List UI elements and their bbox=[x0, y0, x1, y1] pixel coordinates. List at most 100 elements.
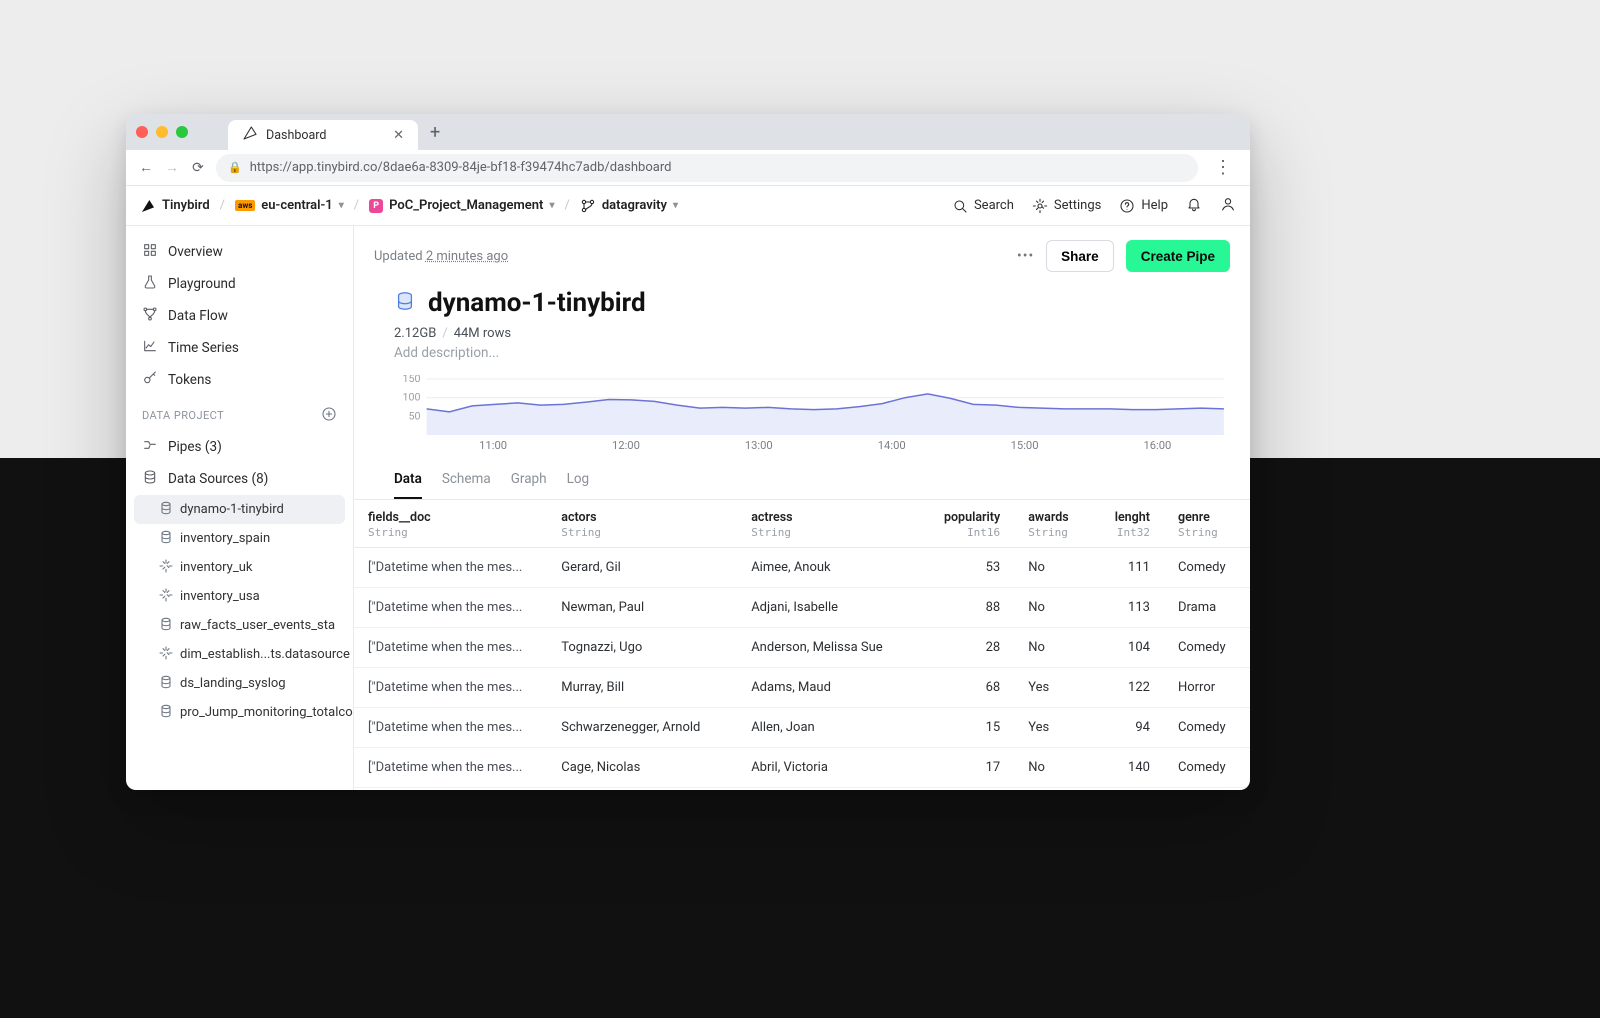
col-genre[interactable]: genreString bbox=[1164, 500, 1250, 548]
breadcrumb-project[interactable]: P PoC_Project_Management ▾ bbox=[369, 198, 554, 213]
tab-favicon bbox=[242, 125, 258, 145]
sidebar-pipes[interactable]: Pipes (3) bbox=[126, 431, 353, 463]
spark-icon bbox=[158, 558, 172, 577]
close-tab-icon[interactable]: ✕ bbox=[393, 128, 404, 143]
ingestion-chart: 5010015011:0012:0013:0014:0015:0016:00 bbox=[354, 371, 1250, 457]
data-table: fields__docStringactorsStringactressStri… bbox=[354, 500, 1250, 790]
sidebar-datasources[interactable]: Data Sources (8) bbox=[126, 463, 353, 495]
datasource-icon bbox=[394, 290, 416, 316]
svg-text:11:00: 11:00 bbox=[479, 439, 507, 452]
help-icon bbox=[1119, 198, 1135, 214]
chevron-down-icon: ▾ bbox=[549, 200, 554, 211]
table-row[interactable]: ["Datetime when the mes...Murray, BillAd… bbox=[354, 668, 1250, 708]
fullscreen-window-button[interactable] bbox=[176, 126, 188, 138]
tinybird-logo-icon bbox=[140, 198, 156, 214]
datasource-item[interactable]: dim_establish...ts.datasource bbox=[126, 640, 353, 669]
search-icon bbox=[952, 198, 968, 214]
tab-schema[interactable]: Schema bbox=[442, 471, 491, 499]
browser-window: Dashboard ✕ + ← → ⟳ 🔒 https://app.tinybi… bbox=[126, 114, 1250, 790]
spark-icon bbox=[158, 645, 172, 664]
col-fields__doc[interactable]: fields__docString bbox=[354, 500, 547, 548]
create-pipe-button[interactable]: Create Pipe bbox=[1126, 240, 1230, 272]
col-awards[interactable]: awardsString bbox=[1014, 500, 1092, 548]
help-button[interactable]: Help bbox=[1119, 198, 1168, 214]
svg-text:15:00: 15:00 bbox=[1011, 439, 1039, 452]
nav-back-button[interactable]: ← bbox=[138, 159, 154, 176]
url-field[interactable]: 🔒 https://app.tinybird.co/8dae6a-8309-84… bbox=[216, 154, 1198, 182]
chevron-down-icon: ▾ bbox=[673, 200, 678, 211]
tab-graph[interactable]: Graph bbox=[511, 471, 547, 499]
project-icon: P bbox=[369, 199, 383, 213]
db-icon bbox=[158, 500, 172, 519]
breadcrumb-root[interactable]: Tinybird bbox=[140, 198, 210, 214]
table-row[interactable]: ["Datetime when the mes...Tognazzi, UgoA… bbox=[354, 628, 1250, 668]
key-icon bbox=[142, 370, 158, 390]
datasource-item[interactable]: raw_facts_user_events_sta bbox=[126, 611, 353, 640]
sidebar-item-tokens[interactable]: Tokens bbox=[126, 364, 353, 396]
svg-text:50: 50 bbox=[408, 409, 420, 422]
updated-label: Updated 2 minutes ago bbox=[374, 249, 508, 264]
chart-icon bbox=[142, 338, 158, 358]
sidebar-item-playground[interactable]: Playground bbox=[126, 268, 353, 300]
browser-toolbar: ← → ⟳ 🔒 https://app.tinybird.co/8dae6a-8… bbox=[126, 150, 1250, 186]
datasource-item[interactable]: inventory_uk bbox=[126, 553, 353, 582]
chevron-down-icon: ▾ bbox=[339, 200, 344, 211]
more-actions-button[interactable]: ••• bbox=[1017, 248, 1034, 264]
minimize-window-button[interactable] bbox=[156, 126, 168, 138]
pipes-icon bbox=[142, 437, 158, 457]
breadcrumb-workspace[interactable]: datagravity ▾ bbox=[580, 198, 678, 214]
flow-icon bbox=[142, 306, 158, 326]
nav-forward-button[interactable]: → bbox=[164, 159, 180, 176]
sidebar-section-header: DATA PROJECT bbox=[126, 396, 353, 431]
app-header: Tinybird / aws eu-central-1 ▾ / P PoC_Pr… bbox=[126, 186, 1250, 226]
spark-icon bbox=[158, 587, 172, 606]
svg-text:13:00: 13:00 bbox=[745, 439, 773, 452]
sidebar-item-data-flow[interactable]: Data Flow bbox=[126, 300, 353, 332]
nav-reload-button[interactable]: ⟳ bbox=[190, 160, 206, 176]
url-text: https://app.tinybird.co/8dae6a-8309-84je… bbox=[250, 160, 672, 175]
col-actress[interactable]: actressString bbox=[737, 500, 918, 548]
svg-text:16:00: 16:00 bbox=[1143, 439, 1171, 452]
db-icon bbox=[158, 616, 172, 635]
datasource-item[interactable]: inventory_spain bbox=[126, 524, 353, 553]
tab-data[interactable]: Data bbox=[394, 471, 422, 499]
svg-text:100: 100 bbox=[402, 391, 420, 404]
settings-button[interactable]: Settings bbox=[1032, 198, 1101, 214]
datasources-icon bbox=[142, 469, 158, 489]
table-row[interactable]: ["Datetime when the mes...Cage, NicolasA… bbox=[354, 748, 1250, 788]
table-row[interactable]: ["Datetime when the mes...Connors, Chuck… bbox=[354, 788, 1250, 791]
datasource-meta: 2.12GB/44M rows bbox=[354, 322, 1250, 343]
add-data-project-button[interactable] bbox=[321, 406, 337, 425]
datasource-item[interactable]: ds_landing_syslog bbox=[126, 669, 353, 698]
share-button[interactable]: Share bbox=[1046, 240, 1114, 272]
datasource-item[interactable]: pro_Jump_monitoring_totalcost bbox=[126, 698, 353, 727]
table-row[interactable]: ["Datetime when the mes...Schwarzenegger… bbox=[354, 708, 1250, 748]
col-lenght[interactable]: lenghtInt32 bbox=[1092, 500, 1164, 548]
user-icon bbox=[1220, 196, 1236, 212]
plus-circle-icon bbox=[321, 406, 337, 422]
col-actors[interactable]: actorsString bbox=[547, 500, 737, 548]
gear-icon bbox=[1032, 198, 1048, 214]
datasource-item[interactable]: inventory_usa bbox=[126, 582, 353, 611]
bell-icon bbox=[1186, 196, 1202, 212]
browser-menu-button[interactable]: ⋮ bbox=[1208, 157, 1238, 178]
search-button[interactable]: Search bbox=[952, 198, 1014, 214]
account-button[interactable] bbox=[1220, 196, 1236, 216]
col-popularity[interactable]: popularityInt16 bbox=[918, 500, 1014, 548]
description-input[interactable]: Add description... bbox=[354, 343, 1250, 371]
aws-icon: aws bbox=[235, 200, 255, 211]
sidebar-item-time-series[interactable]: Time Series bbox=[126, 332, 353, 364]
flask-icon bbox=[142, 274, 158, 294]
breadcrumb: Tinybird / aws eu-central-1 ▾ / P PoC_Pr… bbox=[140, 198, 678, 214]
browser-tab[interactable]: Dashboard ✕ bbox=[228, 120, 418, 150]
close-window-button[interactable] bbox=[136, 126, 148, 138]
grid-icon bbox=[142, 242, 158, 262]
datasource-item[interactable]: dynamo-1-tinybird bbox=[134, 495, 345, 524]
table-row[interactable]: ["Datetime when the mes...Newman, PaulAd… bbox=[354, 588, 1250, 628]
new-tab-button[interactable]: + bbox=[430, 122, 440, 143]
breadcrumb-region[interactable]: aws eu-central-1 ▾ bbox=[235, 198, 344, 213]
tab-log[interactable]: Log bbox=[567, 471, 590, 499]
sidebar-item-overview[interactable]: Overview bbox=[126, 236, 353, 268]
table-row[interactable]: ["Datetime when the mes...Gerard, GilAim… bbox=[354, 548, 1250, 588]
notifications-button[interactable] bbox=[1186, 196, 1202, 216]
